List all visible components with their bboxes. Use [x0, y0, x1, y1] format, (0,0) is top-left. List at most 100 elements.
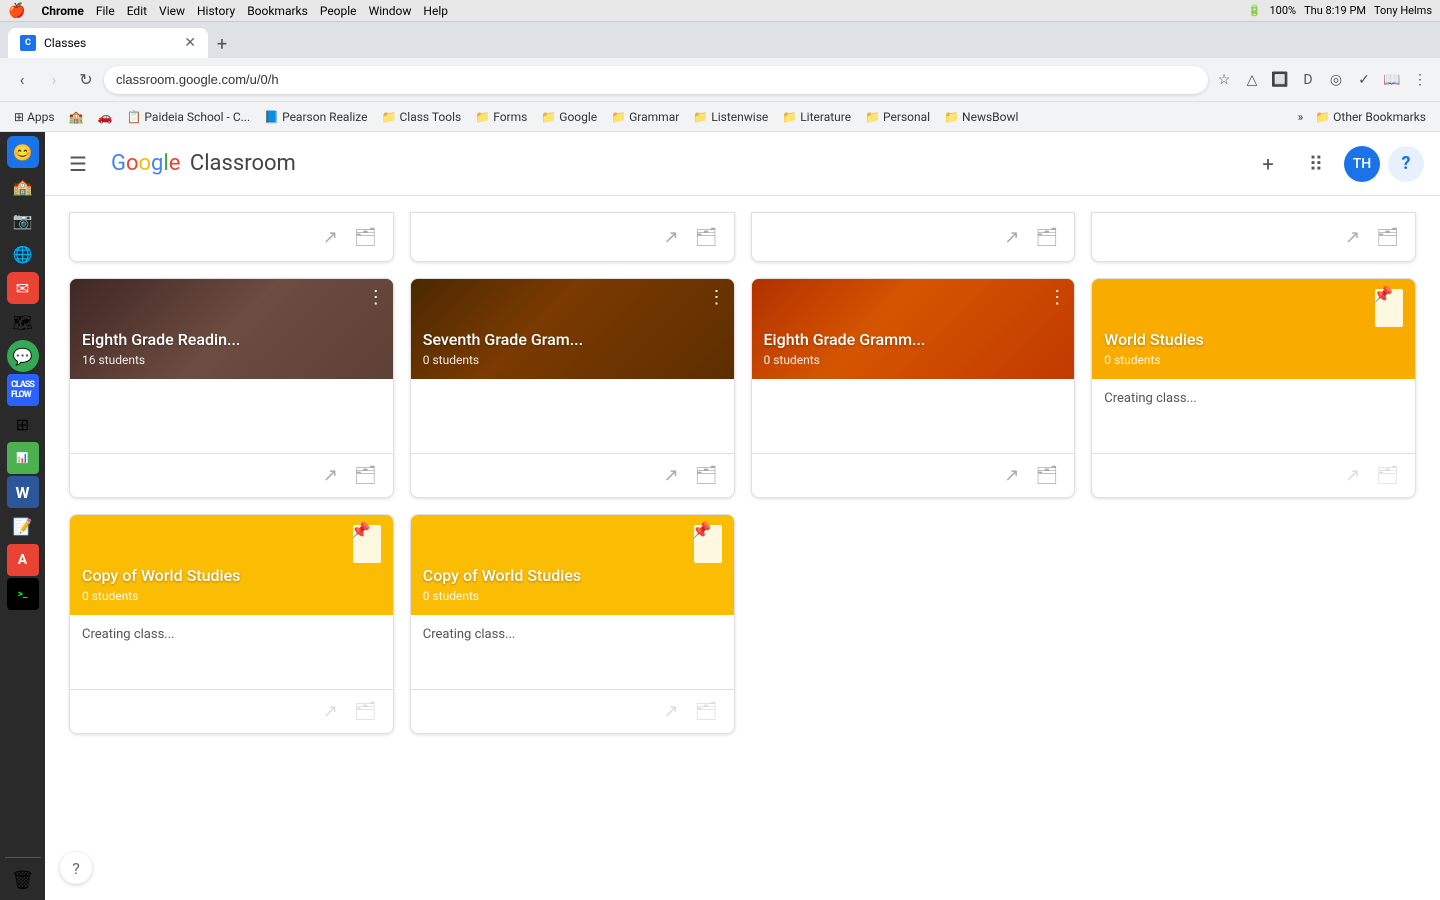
dock-classflow[interactable]: CLASSFLOW — [7, 374, 39, 406]
bookmark-forms-label: Forms — [493, 110, 527, 124]
stats-icon-eighth-grammar[interactable]: ↗ — [1004, 465, 1019, 486]
hamburger-menu-button[interactable]: ☰ — [61, 144, 95, 184]
bookmark-other-label: Other Bookmarks — [1333, 110, 1426, 124]
bookmark-apps-label: Apps — [27, 110, 55, 124]
bottom-help-button[interactable]: ? — [60, 852, 92, 884]
dock-chrome[interactable]: 🌐 — [7, 238, 39, 270]
folder-icon-1[interactable]: 🗂 — [354, 227, 377, 248]
folder-icon-4[interactable]: 🗂 — [1376, 227, 1399, 248]
user-avatar[interactable]: TH — [1344, 146, 1380, 182]
dock-finder[interactable]: 😊 — [7, 136, 39, 168]
card-body-seventh-grammar — [411, 379, 734, 453]
dock-acrobat[interactable]: A — [7, 544, 39, 576]
card-menu-seventh-grammar[interactable]: ⋮ — [708, 287, 726, 308]
dock-grid-apps[interactable]: ⊞ — [7, 408, 39, 440]
folder-icon-copy-2[interactable]: 🗂 — [695, 701, 718, 722]
dock-app-9[interactable]: 📊 — [7, 442, 39, 474]
stats-icon-eighth-reading[interactable]: ↗ — [323, 465, 338, 486]
card-header-seventh-grammar[interactable]: ⋮ Seventh Grade Gram... 0 students — [411, 279, 734, 379]
dock-terminal[interactable]: >_ — [7, 578, 39, 610]
card-header-copy-world-2[interactable]: Copy of World Studies 0 students — [411, 515, 734, 615]
extension-icon-4[interactable]: ✓ — [1352, 68, 1376, 92]
menu-help[interactable]: Help — [423, 4, 448, 18]
stats-icon-copy-1[interactable]: ↗ — [323, 701, 338, 722]
bookmark-personal[interactable]: 📁 Personal — [859, 108, 936, 126]
stats-icon-copy-2[interactable]: ↗ — [664, 701, 679, 722]
dock-messages[interactable]: 💬 — [7, 340, 39, 372]
question-mark-icon: ? — [1402, 153, 1411, 174]
apps-grid-button[interactable]: ⠿ — [1296, 144, 1336, 184]
bookmark-grammar[interactable]: 📁 Grammar — [605, 108, 685, 126]
card-header-world-studies[interactable]: World Studies 0 students — [1092, 279, 1415, 379]
menu-chrome[interactable]: Chrome — [41, 4, 83, 18]
folder-icon-eighth-reading[interactable]: 🗂 — [354, 465, 377, 486]
dock-maps[interactable]: 🗺 — [7, 306, 39, 338]
dock-photos[interactable]: 📷 — [7, 204, 39, 236]
dock-classroom[interactable]: 🏫 — [7, 170, 39, 202]
dock-trash[interactable]: 🗑 — [7, 864, 39, 896]
trending-icon-1[interactable]: ↗ — [323, 227, 338, 248]
bookmark-literature[interactable]: 📁 Literature — [776, 108, 857, 126]
forward-button[interactable]: › — [40, 66, 68, 94]
add-class-button[interactable]: + — [1248, 144, 1288, 184]
folder-icon-eighth-grammar[interactable]: 🗂 — [1035, 465, 1058, 486]
card-header-eighth-reading[interactable]: ⋮ Eighth Grade Readin... 16 students — [70, 279, 393, 379]
stats-icon-seventh-grammar[interactable]: ↗ — [664, 465, 679, 486]
extension-icon-1[interactable]: 🔲 — [1268, 68, 1292, 92]
menu-window[interactable]: Window — [369, 4, 412, 18]
bookmark-google[interactable]: 📁 Google — [535, 108, 603, 126]
bookmark-forms[interactable]: 📁 Forms — [469, 108, 533, 126]
card-menu-eighth-grammar[interactable]: ⋮ — [1048, 287, 1066, 308]
card-students-world-studies: 0 students — [1104, 353, 1403, 367]
classroom-help-button[interactable]: ? — [1388, 146, 1424, 182]
classroom-app: ☰ Google Classroom + ⠿ TH — [45, 132, 1440, 900]
trending-icon-3[interactable]: ↗ — [1004, 227, 1019, 248]
bookmark-apps[interactable]: ⊞ Apps — [8, 108, 61, 126]
menu-edit[interactable]: Edit — [127, 4, 147, 18]
folder-icon-copy-1[interactable]: 🗂 — [354, 701, 377, 722]
menu-history[interactable]: History — [197, 4, 235, 18]
tab-close-button[interactable]: ✕ — [184, 35, 196, 51]
bookmark-star-icon[interactable]: ☆ — [1212, 68, 1236, 92]
bookmark-paideia[interactable]: 📋 Paideia School - C... — [120, 108, 256, 126]
card-header-copy-world-1[interactable]: Copy of World Studies 0 students — [70, 515, 393, 615]
bookmark-newsbowl[interactable]: 📁 NewsBowl — [938, 108, 1024, 126]
reload-button[interactable]: ↻ — [72, 66, 100, 94]
folder-icon-3[interactable]: 🗂 — [1035, 227, 1058, 248]
trending-icon-2[interactable]: ↗ — [664, 227, 679, 248]
card-menu-eighth-reading[interactable]: ⋮ — [367, 287, 385, 308]
dock-word[interactable]: W — [7, 476, 39, 508]
dock-mail[interactable]: ✉ — [7, 272, 39, 304]
back-button[interactable]: ‹ — [8, 66, 36, 94]
active-tab[interactable]: C Classes ✕ — [8, 28, 208, 58]
bookmark-other[interactable]: 📁 Other Bookmarks — [1309, 108, 1432, 126]
card-header-eighth-grammar[interactable]: ⋮ Eighth Grade Gramm... 0 students — [752, 279, 1075, 379]
google-drive-icon[interactable]: △ — [1240, 68, 1264, 92]
folder-icon-2[interactable]: 🗂 — [695, 227, 718, 248]
bookmarks-more-button[interactable]: » — [1294, 108, 1308, 126]
personal-folder-icon: 📁 — [865, 110, 880, 124]
apple-icon[interactable]: 🍎 — [8, 3, 25, 19]
new-tab-button[interactable]: + — [208, 30, 236, 58]
bookmark-class-tools[interactable]: 📁 Class Tools — [376, 108, 468, 126]
url-input[interactable] — [104, 66, 1208, 94]
extension-icon-3[interactable]: ◎ — [1324, 68, 1348, 92]
dock-notes[interactable]: 📝 — [7, 510, 39, 542]
menu-bookmarks[interactable]: Bookmarks — [247, 4, 308, 18]
bookmark-listenwise[interactable]: 📁 Listenwise — [687, 108, 774, 126]
bookmark-pearson[interactable]: 📘 Pearson Realize — [258, 108, 373, 126]
bookmark-icon-2[interactable]: 🚗 — [92, 108, 119, 126]
extension-icon-2[interactable]: D — [1296, 68, 1320, 92]
menu-view[interactable]: View — [159, 4, 185, 18]
listenwise-folder-icon: 📁 — [693, 110, 708, 124]
extension-icon-5[interactable]: 📖 — [1380, 68, 1404, 92]
trending-icon-4[interactable]: ↗ — [1345, 227, 1360, 248]
folder-icon-world-studies[interactable]: 🗂 — [1376, 465, 1399, 486]
chrome-menu-button[interactable]: ⋮ — [1408, 68, 1432, 92]
bookmark-classroom-icon[interactable]: 🏫 — [63, 108, 90, 126]
stats-icon-world-studies[interactable]: ↗ — [1345, 465, 1360, 486]
menu-people[interactable]: People — [320, 4, 357, 18]
folder-icon-seventh-grammar[interactable]: 🗂 — [695, 465, 718, 486]
tab-title: Classes — [44, 36, 86, 50]
menu-file[interactable]: File — [96, 4, 115, 18]
